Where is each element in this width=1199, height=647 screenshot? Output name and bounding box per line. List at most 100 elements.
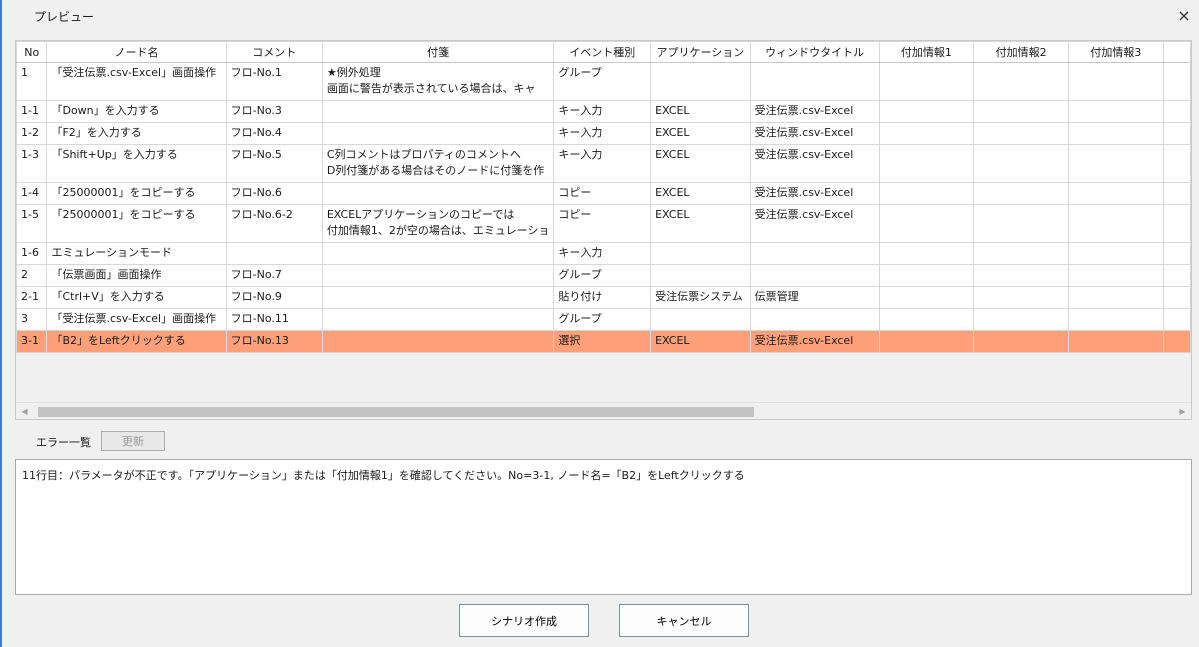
cell-extra-3[interactable] (1067, 308, 1164, 331)
cell-no[interactable]: 1-6 (16, 242, 48, 265)
cell-extra-1[interactable] (878, 204, 975, 243)
table-row[interactable]: 1-1 「Down」を入力する フロ-No.3 キー入力 EXCEL 受注伝票.csv-E… (16, 100, 1191, 123)
cell-no[interactable]: 1-1 (16, 100, 48, 123)
cell-extra-1[interactable] (878, 264, 975, 287)
cell-node-name[interactable]: 「25000001」をコピーする (46, 204, 227, 243)
cell-window-title[interactable] (749, 308, 880, 331)
cancel-button[interactable]: キャンセル (619, 604, 749, 637)
cell-extra-2[interactable] (973, 204, 1069, 243)
close-icon[interactable]: × (1169, 0, 1199, 30)
table-row[interactable]: 1-5 「25000001」をコピーする フロ-No.6-2 EXCELアプリケーショ… (16, 204, 1191, 243)
cell-note[interactable]: C列コメントはプロパティのコメントへ D列付箋がある場合はそのノードに付箋を作 (321, 144, 555, 183)
cell-extra-2[interactable] (973, 122, 1069, 145)
cell-extra-1[interactable] (878, 100, 975, 123)
cell-event-type[interactable]: グループ (553, 264, 652, 287)
table-row[interactable]: 1-6 エミュレーションモード キー入力 (16, 242, 1191, 265)
cell-comment[interactable]: フロ-No.4 (225, 122, 323, 145)
cell-node-name[interactable]: 「Shift+Up」を入力する (46, 144, 227, 183)
cell-extra-1[interactable] (878, 144, 975, 183)
cell-comment[interactable]: フロ-No.6-2 (225, 204, 323, 243)
cell-extra-3[interactable] (1067, 242, 1164, 265)
cell-no[interactable]: 3-1 (16, 330, 48, 353)
cell-node-name[interactable]: 「25000001」をコピーする (46, 182, 227, 205)
table-row[interactable]: 1-4 「25000001」をコピーする フロ-No.6 コピー EXCEL 受注伝票.c… (16, 182, 1191, 205)
table-row[interactable]: 2 「伝票画面」画面操作 フロ-No.7 グループ (16, 264, 1191, 287)
cell-extra-2[interactable] (973, 100, 1069, 123)
cell-note[interactable]: ★例外処理 画面に警告が表示されている場合は、キャ (321, 62, 555, 101)
cell-event-type[interactable]: グループ (553, 62, 652, 101)
cell-no[interactable]: 1-5 (16, 204, 48, 243)
cell-comment[interactable]: フロ-No.7 (225, 264, 323, 287)
cell-extra-1[interactable] (878, 182, 975, 205)
cell-event-type[interactable]: キー入力 (553, 122, 652, 145)
col-header-extra-1[interactable]: 付加情報1 (878, 41, 975, 63)
cell-application[interactable]: EXCEL (650, 182, 751, 205)
cell-application[interactable] (650, 62, 751, 101)
cell-extra-3[interactable] (1067, 100, 1164, 123)
cell-event-type[interactable]: コピー (553, 182, 652, 205)
cell-note[interactable] (321, 286, 555, 309)
table-row[interactable]: 1 「受注伝票.csv-Excel」画面操作 フロ-No.1 ★例外処理 画面に警告が… (16, 62, 1191, 101)
scroll-right-icon[interactable]: ▶ (1174, 403, 1191, 419)
cell-extra-2[interactable] (973, 286, 1069, 309)
cell-application[interactable]: 受注伝票システム (650, 286, 751, 309)
refresh-button[interactable]: 更新 (101, 431, 165, 451)
cell-extra-3[interactable] (1067, 62, 1164, 101)
cell-node-name[interactable]: 「F2」を入力する (46, 122, 227, 145)
table-row[interactable]: 1-2 「F2」を入力する フロ-No.4 キー入力 EXCEL 受注伝票.csv-Exc… (16, 122, 1191, 145)
cell-no[interactable]: 3 (16, 308, 48, 331)
cell-extra-1[interactable] (878, 62, 975, 101)
cell-application[interactable] (650, 308, 751, 331)
cell-node-name[interactable]: 「受注伝票.csv-Excel」画面操作 (46, 308, 227, 331)
horizontal-scrollbar[interactable]: ◀ ▶ (16, 402, 1191, 419)
cell-extra-1[interactable] (878, 242, 975, 265)
cell-node-name[interactable]: 「伝票画面」画面操作 (46, 264, 227, 287)
table-row[interactable]: 3 「受注伝票.csv-Excel」画面操作 フロ-No.11 グループ (16, 308, 1191, 331)
cell-window-title[interactable] (749, 264, 880, 287)
scroll-left-icon[interactable]: ◀ (16, 403, 33, 419)
scrollbar-thumb[interactable] (38, 407, 754, 417)
cell-comment[interactable]: フロ-No.6 (225, 182, 323, 205)
cell-extra-3[interactable] (1067, 182, 1164, 205)
cell-extra-2[interactable] (973, 62, 1069, 101)
cell-note[interactable]: EXCELアプリケーションのコピーでは 付加情報1、2が空の場合は、エミュレーシ… (321, 204, 555, 243)
col-header-extra-3[interactable]: 付加情報3 (1067, 41, 1164, 63)
cell-note[interactable] (321, 264, 555, 287)
cell-application[interactable]: EXCEL (650, 330, 751, 353)
cell-note[interactable] (321, 242, 555, 265)
cell-note[interactable] (321, 330, 555, 353)
cell-event-type[interactable]: キー入力 (553, 242, 652, 265)
cell-note[interactable] (321, 182, 555, 205)
cell-event-type[interactable]: キー入力 (553, 100, 652, 123)
cell-event-type[interactable]: 貼り付け (553, 286, 652, 309)
cell-application[interactable]: EXCEL (650, 144, 751, 183)
cell-no[interactable]: 1-4 (16, 182, 48, 205)
table-row[interactable]: 3-1 「B2」をLeftクリックする フロ-No.13 選択 EXCEL 受注伝票.cs… (16, 330, 1191, 353)
col-header-window-title[interactable]: ウィンドウタイトル (749, 41, 880, 63)
cell-comment[interactable]: フロ-No.13 (225, 330, 323, 353)
cell-window-title[interactable]: 伝票管理 (749, 286, 880, 309)
cell-node-name[interactable]: 「受注伝票.csv-Excel」画面操作 (46, 62, 227, 101)
cell-node-name[interactable]: エミュレーションモード (46, 242, 227, 265)
table-row[interactable]: 1-3 「Shift+Up」を入力する フロ-No.5 C列コメントはプロパティのコメ… (16, 144, 1191, 183)
cell-extra-3[interactable] (1067, 144, 1164, 183)
cell-no[interactable]: 1-2 (16, 122, 48, 145)
cell-window-title[interactable] (749, 242, 880, 265)
cell-note[interactable] (321, 308, 555, 331)
cell-extra-3[interactable] (1067, 204, 1164, 243)
cell-node-name[interactable]: 「B2」をLeftクリックする (46, 330, 227, 353)
cell-no[interactable]: 1 (16, 62, 48, 101)
cell-no[interactable]: 1-3 (16, 144, 48, 183)
cell-application[interactable] (650, 242, 751, 265)
cell-extra-2[interactable] (973, 330, 1069, 353)
table-row[interactable]: 2-1 「Ctrl+V」を入力する フロ-No.9 貼り付け 受注伝票システム 伝票管理 (16, 286, 1191, 309)
cell-no[interactable]: 2 (16, 264, 48, 287)
col-header-comment[interactable]: コメント (225, 41, 323, 63)
cell-event-type[interactable]: グループ (553, 308, 652, 331)
col-header-node-name[interactable]: ノード名 (46, 41, 227, 63)
cell-extra-3[interactable] (1067, 264, 1164, 287)
cell-window-title[interactable] (749, 62, 880, 101)
cell-extra-1[interactable] (878, 122, 975, 145)
col-header-extra-2[interactable]: 付加情報2 (973, 41, 1069, 63)
cell-extra-2[interactable] (973, 308, 1069, 331)
